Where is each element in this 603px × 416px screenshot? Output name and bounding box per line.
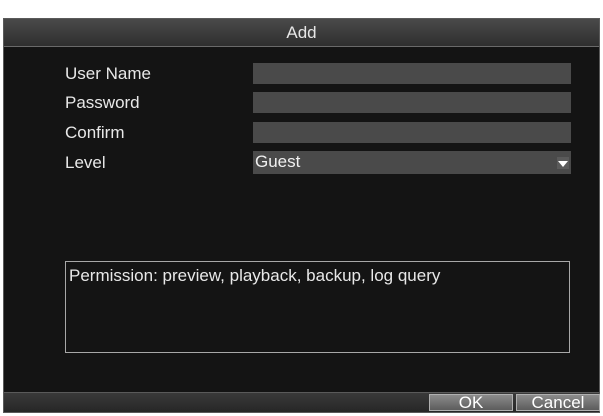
user-name-label: User Name: [65, 64, 151, 83]
add-user-dialog: Add User Name Password Confirm Level Gue…: [3, 18, 600, 413]
dialog-title: Add: [4, 19, 599, 47]
permission-text: Permission: preview, playback, backup, l…: [69, 266, 441, 285]
confirm-label: Confirm: [65, 123, 125, 142]
chevron-down-icon[interactable]: [557, 156, 569, 169]
permission-box: Permission: preview, playback, backup, l…: [65, 261, 570, 353]
ok-button[interactable]: OK: [429, 394, 513, 411]
level-selected-value: Guest: [255, 152, 301, 171]
level-select[interactable]: Guest: [253, 151, 571, 174]
level-label: Level: [65, 153, 106, 172]
dialog-footer: OK Cancel: [4, 392, 600, 412]
cancel-button[interactable]: Cancel: [516, 394, 600, 411]
confirm-password-field[interactable]: [253, 122, 571, 143]
password-label: Password: [65, 93, 140, 112]
user-name-field[interactable]: [253, 63, 571, 84]
password-field[interactable]: [253, 92, 571, 113]
